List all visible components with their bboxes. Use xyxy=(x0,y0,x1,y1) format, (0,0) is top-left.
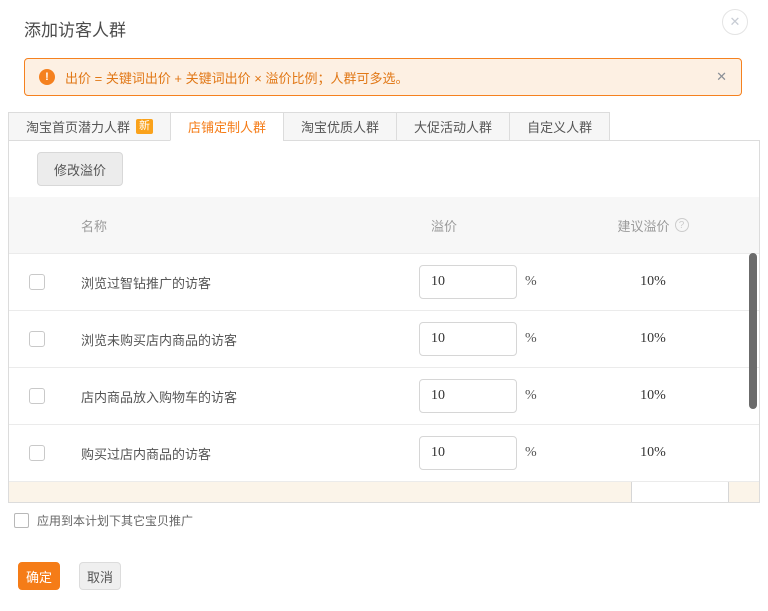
tab-promo-activity[interactable]: 大促活动人群 xyxy=(396,112,510,141)
row-checkbox[interactable] xyxy=(29,274,45,290)
percent-unit: % xyxy=(525,331,537,347)
partial-premium-column xyxy=(614,482,759,503)
table-body: 浏览过智钻推广的访客%10%浏览未购买店内商品的访客%10%店内商品放入购物车的… xyxy=(9,253,759,481)
header-suggested: 建议溢价 ? xyxy=(547,216,759,235)
premium-input[interactable] xyxy=(419,436,517,470)
panel-toolbar: 修改溢价 xyxy=(9,141,759,197)
tab-label: 大促活动人群 xyxy=(414,117,492,136)
alert-close-icon[interactable]: ✕ xyxy=(716,69,727,85)
tab-label: 淘宝优质人群 xyxy=(301,117,379,136)
tab-custom-audience[interactable]: 自定义人群 xyxy=(509,112,610,141)
premium-input[interactable] xyxy=(419,322,517,356)
audience-name: 店内商品放入购物车的访客 xyxy=(65,387,402,406)
edit-premium-button[interactable]: 修改溢价 xyxy=(37,152,123,186)
partial-name-column xyxy=(65,482,614,503)
add-visitor-audience-dialog: 添加访客人群 ✕ ! 出价 = 关键词出价 + 关键词出价 × 溢价比例；人群可… xyxy=(0,0,768,611)
table-row: 店内商品放入购物车的访客% 10% xyxy=(9,367,759,424)
row-checkbox[interactable] xyxy=(29,331,45,347)
alert-banner: ! 出价 = 关键词出价 + 关键词出价 × 溢价比例；人群可多选。 ✕ xyxy=(24,58,742,96)
suggested-premium: 10% xyxy=(640,274,666,290)
percent-unit: % xyxy=(525,274,537,290)
premium-input[interactable] xyxy=(419,379,517,413)
premium-input[interactable] xyxy=(631,481,729,503)
suggested-premium: 10% xyxy=(640,331,666,347)
percent-unit: % xyxy=(525,445,537,461)
table-row: 浏览过智钻推广的访客% 10% xyxy=(9,253,759,310)
tab-label: 自定义人群 xyxy=(527,117,592,136)
scrollbar-thumb[interactable] xyxy=(749,253,757,409)
cancel-button[interactable]: 取消 xyxy=(79,562,121,590)
partial-checkbox-column xyxy=(9,482,65,503)
row-checkbox[interactable] xyxy=(29,445,45,461)
apply-checkbox[interactable] xyxy=(14,513,29,528)
tab-shop-custom[interactable]: 店铺定制人群 xyxy=(170,112,284,141)
table-row: 购买过店内商品的访客% 10% xyxy=(9,424,759,481)
audience-panel: 修改溢价 名称 溢价 建议溢价 ? 浏览过智钻推广的访客%10%浏览未购买店内商… xyxy=(8,141,760,503)
tab-taobao-quality[interactable]: 淘宝优质人群 xyxy=(283,112,397,141)
suggested-premium: 10% xyxy=(640,445,666,461)
audience-name: 浏览过智钻推广的访客 xyxy=(65,273,402,292)
percent-unit: % xyxy=(525,388,537,404)
table-header: 名称 溢价 建议溢价 ? xyxy=(9,197,759,253)
tab-label: 店铺定制人群 xyxy=(188,117,266,136)
tab-label: 淘宝首页潜力人群 xyxy=(26,117,130,136)
help-icon[interactable]: ? xyxy=(675,218,689,232)
premium-input[interactable] xyxy=(419,265,517,299)
table-row: 浏览未购买店内商品的访客% 10% xyxy=(9,310,759,367)
header-premium: 溢价 xyxy=(402,216,547,235)
audience-name: 购买过店内商品的访客 xyxy=(65,444,402,463)
warning-icon: ! xyxy=(39,69,55,85)
suggested-premium: 10% xyxy=(640,388,666,404)
tab-bar: 淘宝首页潜力人群新店铺定制人群淘宝优质人群大促活动人群自定义人群 xyxy=(8,112,760,141)
dialog-title: 添加访客人群 xyxy=(24,16,126,41)
dialog-actions: 确定 取消 xyxy=(18,562,121,590)
dialog-close-button[interactable]: ✕ xyxy=(722,9,748,35)
audience-name: 浏览未购买店内商品的访客 xyxy=(65,330,402,349)
apply-label: 应用到本计划下其它宝贝推广 xyxy=(37,512,193,529)
row-checkbox[interactable] xyxy=(29,388,45,404)
table-row-partial xyxy=(9,481,759,503)
header-name: 名称 xyxy=(65,216,402,235)
new-badge: 新 xyxy=(136,119,153,134)
apply-to-plan-option[interactable]: 应用到本计划下其它宝贝推广 xyxy=(14,512,193,529)
header-suggested-label: 建议溢价 xyxy=(617,216,669,235)
tab-taobao-homepage-potential[interactable]: 淘宝首页潜力人群新 xyxy=(8,112,171,141)
confirm-button[interactable]: 确定 xyxy=(18,562,60,590)
close-icon: ✕ xyxy=(730,14,741,30)
alert-text: 出价 = 关键词出价 + 关键词出价 × 溢价比例；人群可多选。 xyxy=(65,68,408,87)
